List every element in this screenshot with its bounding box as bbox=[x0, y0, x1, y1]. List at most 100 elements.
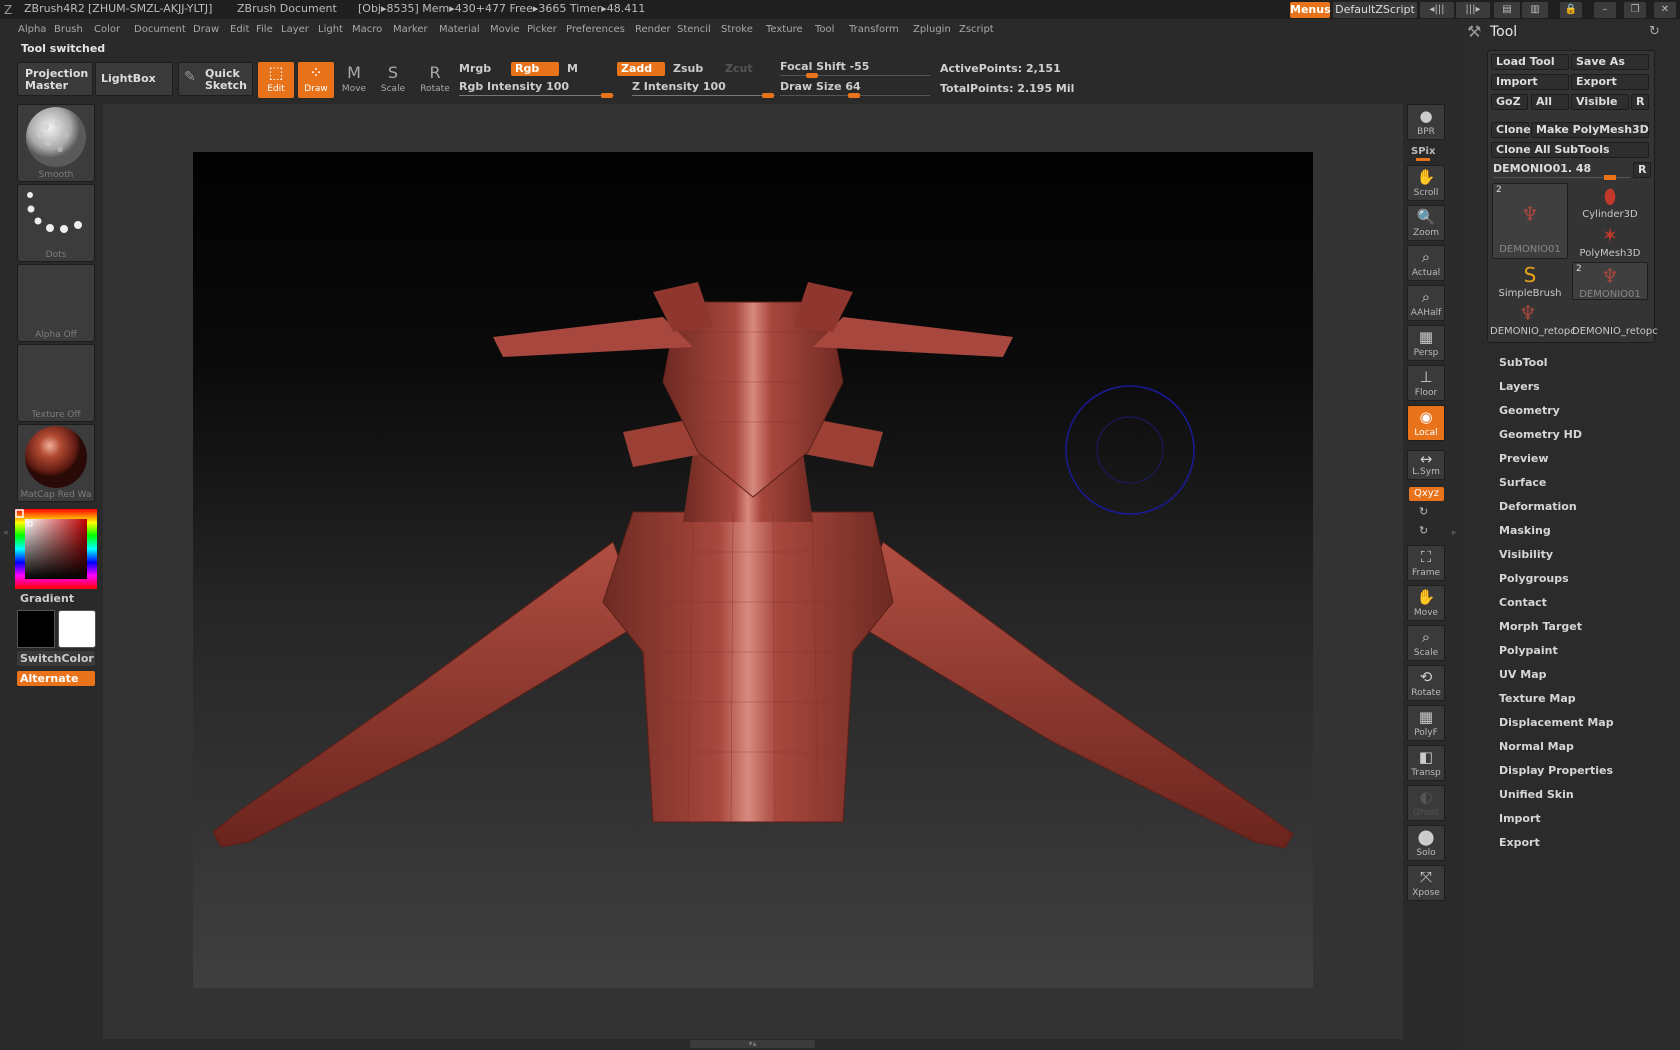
scroll-button[interactable]: ✋ Scroll bbox=[1407, 165, 1445, 201]
subpalette-polypaint[interactable]: Polypaint bbox=[1499, 644, 1558, 657]
rotate-mode-button[interactable]: R Rotate bbox=[417, 62, 453, 98]
layout-1-icon[interactable]: ▤ bbox=[1494, 2, 1520, 18]
scale-view-button[interactable]: ⌕ Scale bbox=[1407, 625, 1445, 661]
mrgb-toggle[interactable]: Mrgb bbox=[455, 62, 507, 76]
menu-movie[interactable]: Movie bbox=[490, 24, 520, 35]
document-canvas[interactable] bbox=[193, 152, 1313, 988]
subpalette-import[interactable]: Import bbox=[1499, 812, 1541, 825]
tool-r-button[interactable]: R bbox=[1633, 162, 1651, 178]
transp-button[interactable]: ◧ Transp bbox=[1407, 745, 1445, 781]
subpalette-contact[interactable]: Contact bbox=[1499, 596, 1547, 609]
load-tool-button[interactable]: Load Tool bbox=[1491, 54, 1569, 70]
subpalette-visibility[interactable]: Visibility bbox=[1499, 548, 1553, 561]
subpalette-uv-map[interactable]: UV Map bbox=[1499, 668, 1547, 681]
subpalette-unified-skin[interactable]: Unified Skin bbox=[1499, 788, 1574, 801]
y-rotate-icon[interactable]: ↻ bbox=[1419, 505, 1428, 518]
projection-master-button[interactable]: Projection Master bbox=[17, 62, 93, 96]
menu-tool[interactable]: Tool bbox=[815, 24, 834, 35]
subpalette-layers[interactable]: Layers bbox=[1499, 380, 1540, 393]
make-polymesh-button[interactable]: Make PolyMesh3D bbox=[1531, 122, 1649, 138]
menu-brush[interactable]: Brush bbox=[54, 24, 83, 35]
subpalette-display-properties[interactable]: Display Properties bbox=[1499, 764, 1613, 777]
save-as-button[interactable]: Save As bbox=[1571, 54, 1649, 70]
polyf-button[interactable]: ▦ PolyF bbox=[1407, 705, 1445, 741]
texture-selector[interactable]: Texture Off bbox=[17, 344, 95, 422]
bpr-button[interactable]: ● BPR bbox=[1407, 104, 1445, 140]
secondary-color-swatch[interactable] bbox=[58, 610, 96, 648]
goz-all-button[interactable]: All bbox=[1531, 94, 1569, 110]
menus-toggle-button[interactable]: Menus bbox=[1290, 2, 1331, 18]
rotate-view-button[interactable]: ⟲ Rotate bbox=[1407, 665, 1445, 701]
minimize-icon[interactable]: – bbox=[1594, 2, 1616, 18]
menu-render[interactable]: Render bbox=[635, 24, 671, 35]
maximize-icon[interactable]: ❐ bbox=[1624, 2, 1646, 18]
subpalette-subtool[interactable]: SubTool bbox=[1499, 356, 1548, 369]
tool-thumb-demonio01-b[interactable]: 2 ♆ DEMONIO01 bbox=[1572, 262, 1648, 300]
ui-scroll-right-icon[interactable]: |||▸ bbox=[1456, 2, 1490, 18]
goz-button[interactable]: GoZ bbox=[1491, 94, 1528, 110]
subpalette-displacement-map[interactable]: Displacement Map bbox=[1499, 716, 1614, 729]
edit-mode-button[interactable]: ⬚ Edit bbox=[258, 62, 294, 98]
tool-thumb-retopo-1[interactable]: ♆ DEMONIO_retopc bbox=[1490, 300, 1576, 338]
menu-transform[interactable]: Transform bbox=[849, 24, 899, 35]
brush-selector[interactable]: Smooth bbox=[17, 104, 95, 182]
menu-edit[interactable]: Edit bbox=[230, 24, 249, 35]
subpalette-normal-map[interactable]: Normal Map bbox=[1499, 740, 1574, 753]
z-rotate-icon[interactable]: ↻ bbox=[1419, 524, 1428, 537]
xpose-button[interactable]: ⤧ Xpose bbox=[1407, 865, 1445, 901]
clone-button[interactable]: Clone bbox=[1491, 122, 1531, 138]
tool-export-button[interactable]: Export bbox=[1571, 74, 1649, 90]
zadd-toggle[interactable]: Zadd bbox=[617, 62, 665, 76]
bottom-tray-handle[interactable]: ▾▴ bbox=[690, 1040, 815, 1048]
left-tray-arrow-icon[interactable]: ◂ bbox=[3, 528, 8, 538]
tool-thumb-demonio01[interactable]: 2 ♆ DEMONIO01 bbox=[1492, 183, 1568, 259]
subpalette-morph-target[interactable]: Morph Target bbox=[1499, 620, 1582, 633]
subpalette-masking[interactable]: Masking bbox=[1499, 524, 1551, 537]
clone-all-subtools-button[interactable]: Clone All SubTools bbox=[1491, 142, 1649, 158]
draw-size-slider[interactable]: Draw Size 64 bbox=[780, 80, 930, 98]
gradient-toggle[interactable]: Gradient bbox=[20, 592, 74, 605]
alternate-button[interactable]: Alternate bbox=[17, 671, 95, 686]
subpalette-surface[interactable]: Surface bbox=[1499, 476, 1546, 489]
ghost-button[interactable]: ◐ Ghost bbox=[1407, 785, 1445, 821]
tool-thumb-cylinder3d[interactable]: ⬮ Cylinder3D bbox=[1572, 183, 1648, 221]
color-picker[interactable] bbox=[15, 509, 97, 589]
subpalette-deformation[interactable]: Deformation bbox=[1499, 500, 1577, 513]
close-icon[interactable]: ✕ bbox=[1654, 2, 1676, 18]
lock-icon[interactable]: 🔒 bbox=[1560, 2, 1582, 18]
rgb-intensity-slider[interactable]: Rgb Intensity 100 bbox=[459, 80, 614, 98]
floor-button[interactable]: ⊥ Floor bbox=[1407, 365, 1445, 401]
draw-mode-button[interactable]: ⁘ Draw bbox=[298, 62, 334, 98]
refresh-icon[interactable]: ↻ bbox=[1649, 24, 1660, 39]
alpha-selector[interactable]: Alpha Off bbox=[17, 264, 95, 342]
spix-slider[interactable]: SPix bbox=[1411, 146, 1435, 157]
menu-texture[interactable]: Texture bbox=[766, 24, 803, 35]
menu-picker[interactable]: Picker bbox=[527, 24, 557, 35]
menu-material[interactable]: Material bbox=[439, 24, 480, 35]
frame-button[interactable]: ⛶ Frame bbox=[1407, 545, 1445, 581]
tool-thumb-polymesh3d[interactable]: ✶ PolyMesh3D bbox=[1572, 222, 1648, 260]
switchcolor-button[interactable]: SwitchColor bbox=[17, 651, 95, 666]
tool-thumb-retopo-2[interactable]: DEMONIO_retopc bbox=[1572, 300, 1658, 338]
tool-thumb-simplebrush[interactable]: S SimpleBrush bbox=[1492, 262, 1568, 300]
move-view-button[interactable]: ✋ Move bbox=[1407, 585, 1445, 621]
actual-button[interactable]: ⌕ Actual bbox=[1407, 245, 1445, 281]
material-selector[interactable]: MatCap Red Wa bbox=[17, 424, 95, 502]
subpalette-preview[interactable]: Preview bbox=[1499, 452, 1549, 465]
zsub-toggle[interactable]: Zsub bbox=[669, 62, 717, 76]
stroke-selector[interactable]: Dots bbox=[17, 184, 95, 262]
menu-color[interactable]: Color bbox=[94, 24, 120, 35]
subpalette-geometry[interactable]: Geometry bbox=[1499, 404, 1560, 417]
menu-stroke[interactable]: Stroke bbox=[721, 24, 753, 35]
z-intensity-slider[interactable]: Z Intensity 100 bbox=[632, 80, 775, 98]
spix-knob[interactable] bbox=[1416, 158, 1430, 161]
goz-visible-button[interactable]: Visible bbox=[1571, 94, 1629, 110]
scale-mode-button[interactable]: S Scale bbox=[375, 62, 411, 98]
menu-file[interactable]: File bbox=[256, 24, 273, 35]
menu-zplugin[interactable]: Zplugin bbox=[913, 24, 951, 35]
subpalette-texture-map[interactable]: Texture Map bbox=[1499, 692, 1576, 705]
menu-preferences[interactable]: Preferences bbox=[566, 24, 625, 35]
ui-scroll-left-icon[interactable]: ◂||| bbox=[1420, 2, 1454, 18]
menu-draw[interactable]: Draw bbox=[193, 24, 219, 35]
solo-button[interactable]: ⬤ Solo bbox=[1407, 825, 1445, 861]
